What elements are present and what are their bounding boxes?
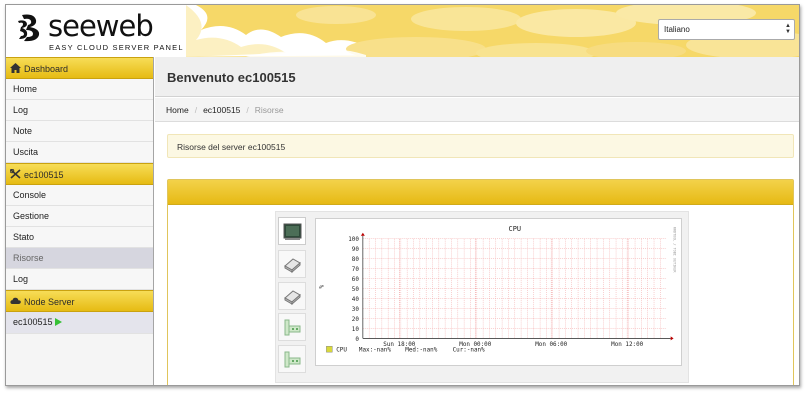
sidebar-item-risorse[interactable]: Risorse [6,248,153,269]
sidebar-item-node-server[interactable]: ec100515 [6,312,153,334]
seeweb-logo-icon [18,14,40,42]
sidebar: Dashboard Home Log Note Uscita ec100515 … [6,57,154,385]
sidebar-item-note[interactable]: Note [6,121,153,142]
breadcrumb-home[interactable]: Home [166,105,189,115]
disk-graph-tab[interactable] [278,250,306,278]
tools-icon [10,169,21,179]
graph-widget: 0 10 20 30 40 50 60 70 80 90 100 Sun 18:00 Mon 00:00… [275,211,689,383]
y-axis-label: % [319,285,325,289]
y-tick-label: 40 [352,297,360,303]
y-tick-label: 100 [348,237,359,243]
cloud-icon [10,297,21,304]
language-selected: Italiano [664,25,690,34]
y-tick-label: 90 [352,247,360,253]
breadcrumb-current: Risorse [254,105,284,115]
brand-tagline: EASY CLOUD SERVER PANEL [49,43,184,52]
section-title: Node Server [24,297,75,307]
section-dashboard[interactable]: Dashboard [6,57,153,79]
legend-max: Max:-nan% [359,348,391,354]
header: seeweb EASY CLOUD SERVER PANEL Italiano … [6,5,799,57]
node-server-label: ec100515 [13,317,53,327]
cpu-graph-tab[interactable] [278,217,306,245]
info-alert: Risorse del server ec100515 [167,134,794,158]
section-title: ec100515 [24,170,64,180]
section-server[interactable]: ec100515 [6,163,153,185]
sidebar-item-log[interactable]: Log [6,100,153,121]
y-tick-label: 60 [352,277,360,283]
x-tick-label: Mon 06:00 [535,342,567,348]
disk-io-graph-tab[interactable] [278,282,306,310]
y-tick-label: 70 [352,267,360,273]
breadcrumb: Home / ec100515 / Risorse [155,98,799,122]
graph-title: CPU [509,225,521,233]
panel-header [168,180,793,205]
y-tick-label: 0 [355,337,359,343]
home-icon [10,63,21,73]
logo-area: seeweb EASY CLOUD SERVER PANEL [6,5,186,57]
sidebar-item-console[interactable]: Console [6,185,153,206]
y-tick-label: 10 [352,327,360,333]
y-tick-label: 80 [352,257,360,263]
language-select[interactable]: Italiano ▲ ▼ [658,19,795,40]
resources-panel: 0 10 20 30 40 50 60 70 80 90 100 Sun 18:00 Mon 00:00… [167,179,794,385]
sidebar-item-log-server[interactable]: Log [6,269,153,290]
select-arrows-icon: ▲ ▼ [785,23,791,35]
cpu-graph: 0102030405060708090100Sun 18:00 Mon 00:00… [315,218,682,366]
y-tick-label: 30 [352,307,360,313]
network-icon [284,319,301,336]
app-window: seeweb EASY CLOUD SERVER PANEL Italiano … [5,4,800,386]
breadcrumb-separator: / [246,105,249,115]
section-title: Dashboard [24,64,69,74]
sidebar-item-home[interactable]: Home [6,79,153,100]
network-icon [284,351,301,368]
sidebar-item-gestione[interactable]: Gestione [6,206,153,227]
sidebar-item-uscita[interactable]: Uscita [6,142,153,163]
x-tick-label: Mon 12:00 [611,342,643,348]
network-graph-tab[interactable] [278,313,306,341]
brand-name: seeweb [48,9,154,43]
sidebar-item-stato[interactable]: Stato [6,227,153,248]
play-icon[interactable] [54,318,62,326]
legend-cur: Cur:-nan% [453,348,485,354]
disk-icon [284,258,301,274]
rrdtool-watermark: RRDTOOL / TOBI OETIKER [673,227,677,273]
cpu-icon [283,223,302,240]
breadcrumb-separator: / [194,105,198,115]
main-content: Benvenuto ec100515 Home / ec100515 / Risorse… [155,57,799,385]
section-node-server[interactable]: Node Server [6,290,153,312]
network-graph-tab-2[interactable] [278,345,306,373]
legend-swatch [326,346,333,353]
disk-icon [284,290,301,306]
legend-series: CPU [336,348,347,354]
y-tick-label: 50 [352,287,360,293]
page-title: Benvenuto ec100515 [155,57,799,97]
y-tick-label: 20 [352,317,360,323]
breadcrumb-server[interactable]: ec100515 [203,105,240,115]
legend-med: Med:-nan% [405,348,437,354]
